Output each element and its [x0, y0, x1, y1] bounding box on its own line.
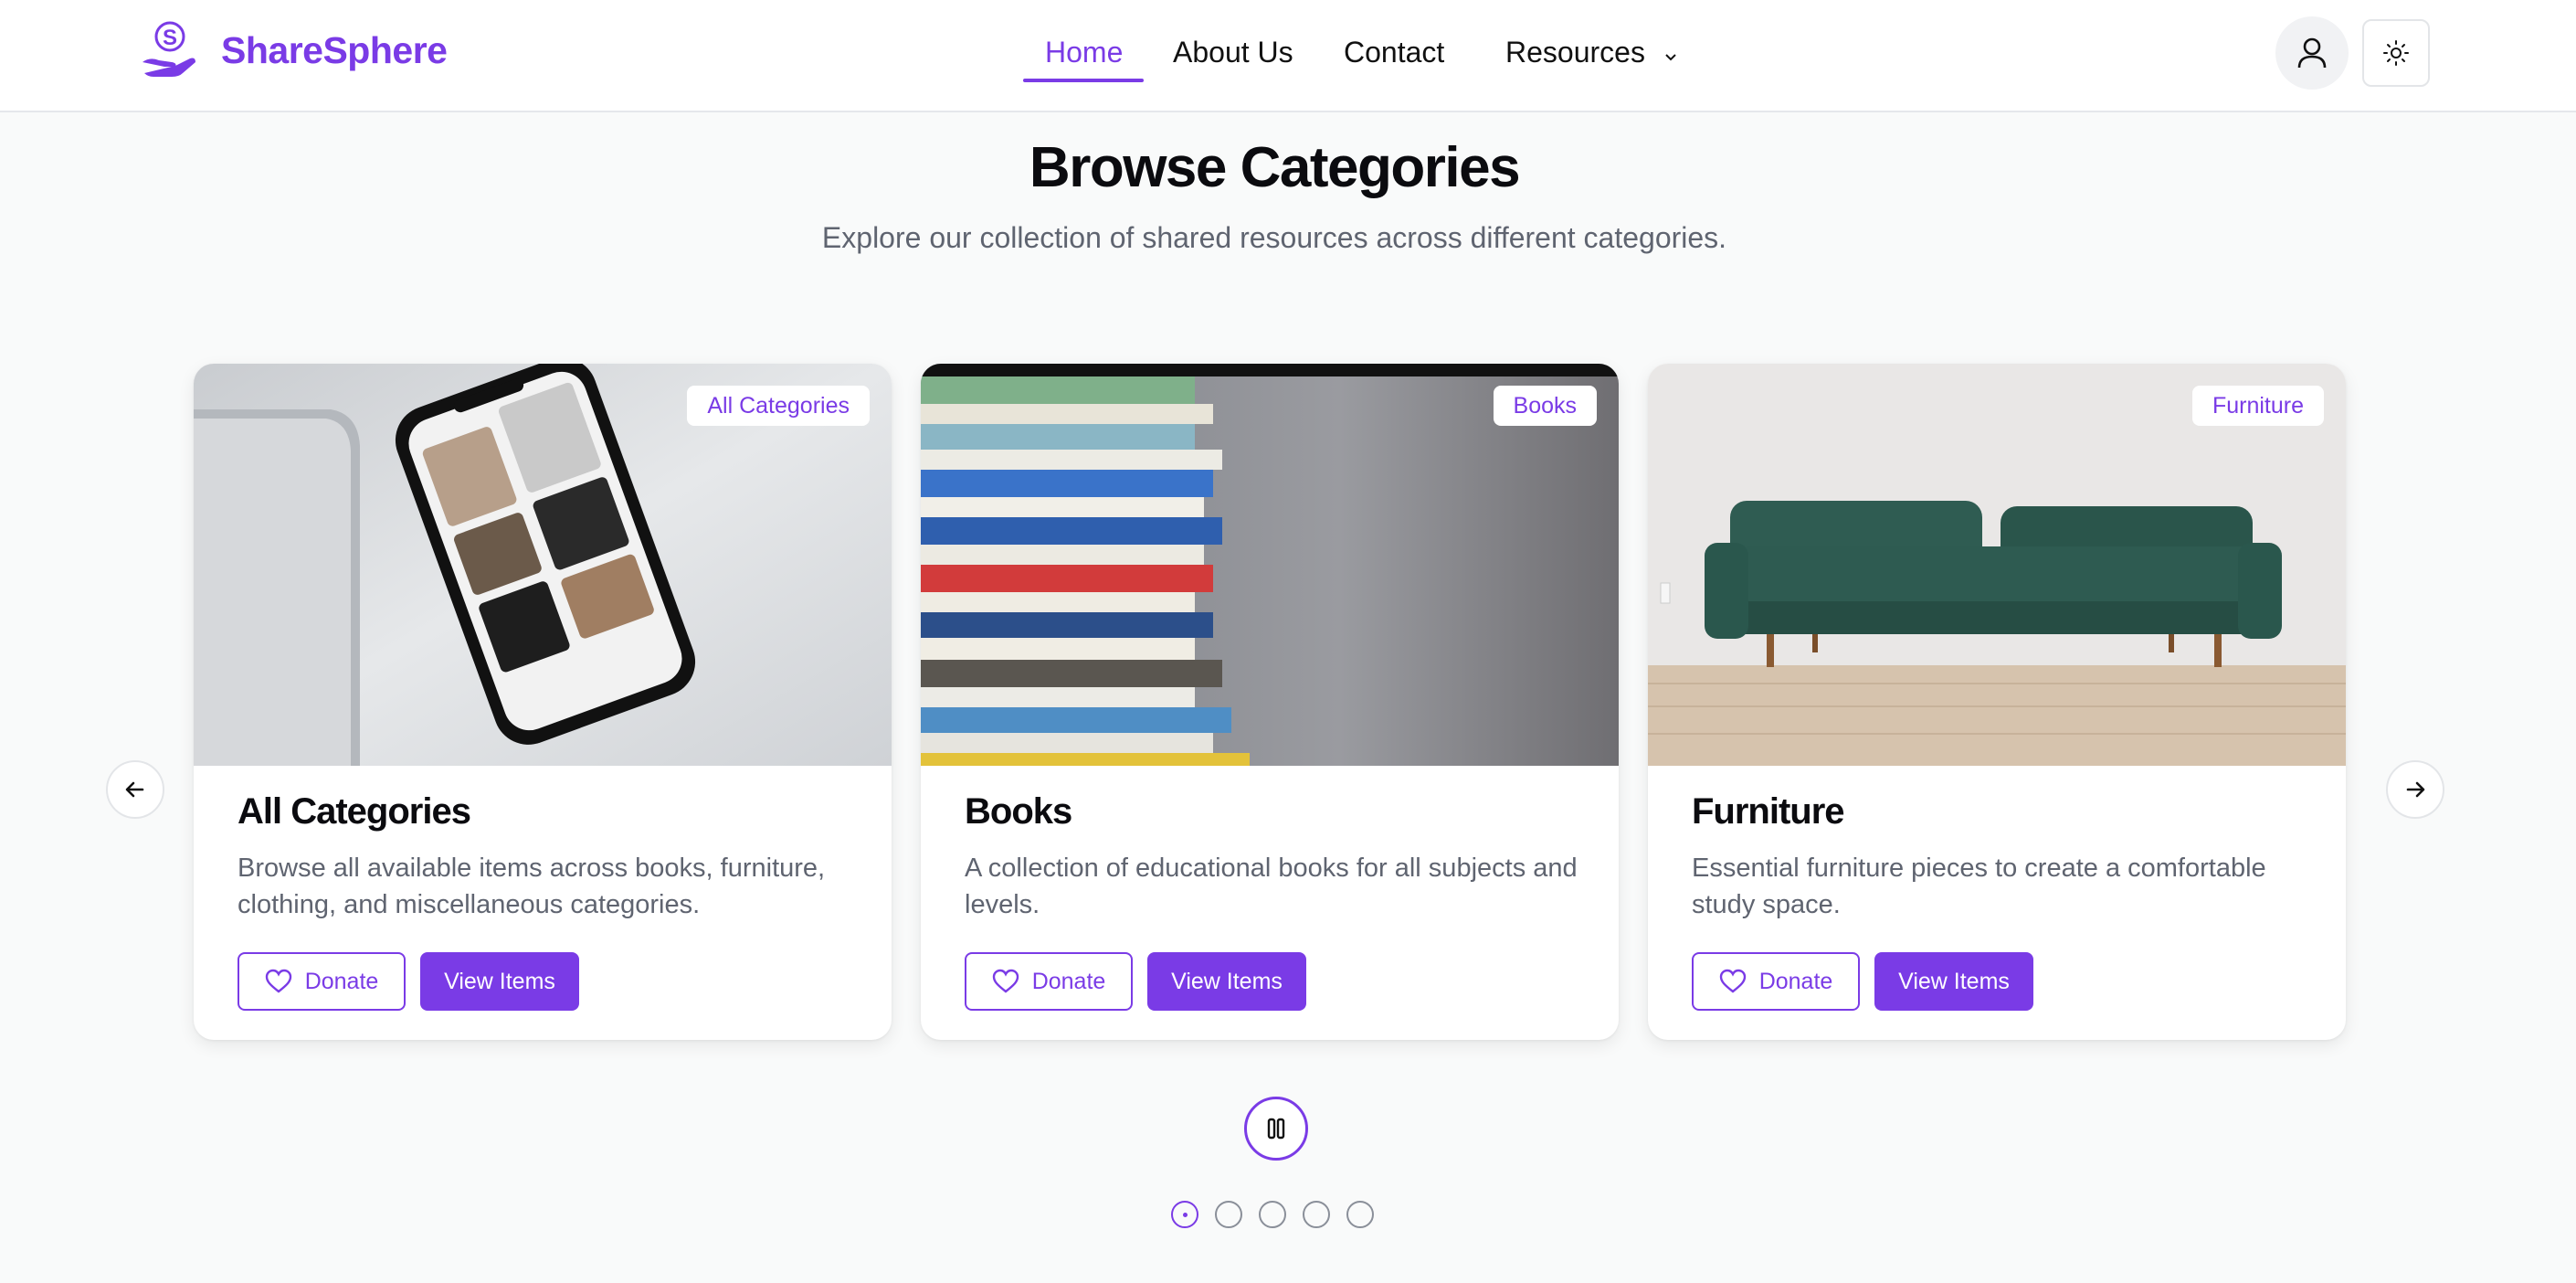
category-card-furniture[interactable]: Furniture Furniture Essential furniture … [1648, 364, 2346, 1040]
carousel-dot-2[interactable] [1215, 1201, 1242, 1228]
carousel-pause-button[interactable] [1244, 1097, 1308, 1161]
card-title: Books [965, 791, 1072, 832]
sun-icon [2383, 40, 2409, 66]
user-icon [2297, 37, 2327, 69]
carousel-dot-3[interactable] [1259, 1201, 1286, 1228]
card-description: Essential furniture pieces to create a c… [1692, 854, 2266, 919]
category-badge: Furniture [2191, 386, 2324, 426]
carousel-prev-button[interactable] [106, 760, 164, 819]
arrow-right-icon [2406, 781, 2425, 798]
card-title: All Categories [238, 791, 471, 832]
view-items-button[interactable]: View Items [420, 952, 579, 1011]
heart-icon [265, 969, 291, 993]
category-badge: All Categories [687, 386, 870, 426]
nav-active-indicator [1023, 79, 1144, 82]
donate-button[interactable]: Donate [238, 952, 406, 1011]
category-card-books[interactable]: Books Books A collection of educational … [921, 364, 1619, 1040]
nav-home[interactable]: Home [1045, 33, 1123, 80]
donate-label: Donate [304, 968, 379, 994]
category-card-all[interactable]: All Categories All Categories Browse all… [194, 364, 892, 1040]
card-description: A collection of educational books for al… [965, 854, 1578, 919]
carousel-dot-5[interactable] [1346, 1201, 1374, 1228]
card-image-phone: All Categories [194, 364, 892, 766]
card-title: Furniture [1692, 791, 1845, 832]
donate-button[interactable]: Donate [1692, 952, 1860, 1011]
carousel-dot-4[interactable] [1303, 1201, 1330, 1228]
heart-icon [1719, 969, 1746, 993]
nav-resources-label: Resources [1505, 36, 1645, 69]
view-items-button[interactable]: View Items [1874, 952, 2033, 1011]
donate-button[interactable]: Donate [965, 952, 1133, 1011]
chevron-down-icon [1663, 36, 1679, 74]
card-image-sofa: Furniture [1648, 364, 2346, 766]
brand-logo[interactable]: S ShareSphere [139, 20, 448, 80]
arrow-left-icon [125, 781, 144, 798]
hand-s-logo-icon: S [143, 21, 195, 77]
carousel-pagination [1171, 1201, 1374, 1228]
donate-label: Donate [1031, 968, 1106, 994]
theme-toggle-button[interactable] [2362, 19, 2430, 87]
pause-icon [1267, 1118, 1285, 1140]
site-header: S ShareSphere Home About Us Contact Reso… [0, 0, 2576, 112]
card-image-books: Books [921, 364, 1619, 766]
carousel-next-button[interactable] [2386, 760, 2444, 819]
heart-icon [992, 969, 1019, 993]
carousel-dot-1[interactable] [1171, 1201, 1198, 1228]
svg-text:S: S [163, 26, 177, 50]
category-badge: Books [1493, 386, 1597, 426]
view-items-button[interactable]: View Items [1147, 952, 1306, 1011]
user-account-button[interactable] [2275, 16, 2349, 90]
card-description: Browse all available items across books,… [238, 854, 826, 919]
donate-label: Donate [1758, 968, 1833, 994]
nav-resources[interactable]: Resources [1505, 33, 1679, 80]
page-title: Browse Categories [1029, 136, 1521, 199]
brand-name: ShareSphere [221, 28, 448, 71]
nav-about-us[interactable]: About Us [1173, 33, 1293, 80]
page-subtitle: Explore our collection of shared resourc… [821, 221, 1727, 254]
nav-contact[interactable]: Contact [1344, 33, 1444, 80]
